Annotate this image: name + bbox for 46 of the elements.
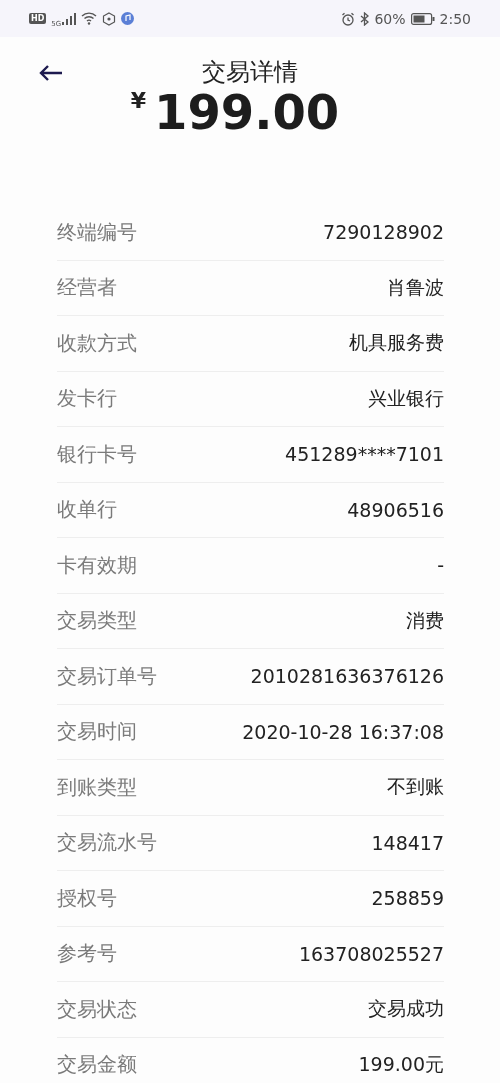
field-label: 交易流水号 xyxy=(57,829,157,857)
field-value: 肖鲁波 xyxy=(387,274,444,300)
field-label: 终端编号 xyxy=(57,218,137,246)
field-label: 交易订单号 xyxy=(57,662,157,690)
field-label: 交易状态 xyxy=(57,995,137,1023)
field-value: 451289****7101 xyxy=(285,443,444,466)
field-label: 交易类型 xyxy=(57,607,137,635)
field-value: 7290128902 xyxy=(323,221,444,244)
field-label: 卡有效期 xyxy=(57,551,137,579)
field-value: 2020-10-28 16:37:08 xyxy=(242,720,444,743)
field-label: 交易金额 xyxy=(57,1051,137,1079)
field-value: 48906516 xyxy=(347,498,444,521)
field-value: 148417 xyxy=(371,831,444,854)
currency-symbol: ¥ xyxy=(130,88,147,113)
back-arrow-icon[interactable] xyxy=(39,65,63,81)
battery-percent: 60% xyxy=(374,10,406,27)
wifi-icon xyxy=(81,12,98,25)
field-value: 258859 xyxy=(371,887,444,910)
amount-value: 199.00 xyxy=(154,86,340,138)
field-label: 交易时间 xyxy=(57,718,137,746)
alarm-icon xyxy=(341,11,356,26)
field-value: 机具服务费 xyxy=(349,330,444,356)
field-value: 交易成功 xyxy=(368,996,444,1022)
field-label: 到账类型 xyxy=(57,773,137,801)
hexagon-icon xyxy=(102,11,117,26)
field-value: 199.00元 xyxy=(358,1051,444,1077)
field-label: 参考号 xyxy=(57,940,117,968)
field-label: 经营者 xyxy=(57,274,117,302)
field-label: 授权号 xyxy=(57,884,117,912)
field-value: - xyxy=(437,554,444,577)
page-title: 交易详情 xyxy=(202,58,298,86)
signal-icon xyxy=(62,12,77,25)
field-value: 兴业银行 xyxy=(368,385,444,411)
field-value: 消费 xyxy=(406,607,444,633)
hd-badge: HD xyxy=(29,13,47,24)
field-value: 2010281636376126 xyxy=(250,665,444,688)
bluetooth-icon xyxy=(360,11,370,26)
clock-time: 2:50 xyxy=(439,10,471,27)
field-label: 收款方式 xyxy=(57,329,137,357)
field-value: 不到账 xyxy=(387,774,444,800)
field-value: 163708025527 xyxy=(298,942,444,965)
battery-icon xyxy=(410,12,435,25)
field-label: 银行卡号 xyxy=(57,440,137,468)
field-label: 发卡行 xyxy=(57,385,117,413)
field-label: 收单行 xyxy=(57,496,117,524)
music-icon xyxy=(121,12,135,25)
